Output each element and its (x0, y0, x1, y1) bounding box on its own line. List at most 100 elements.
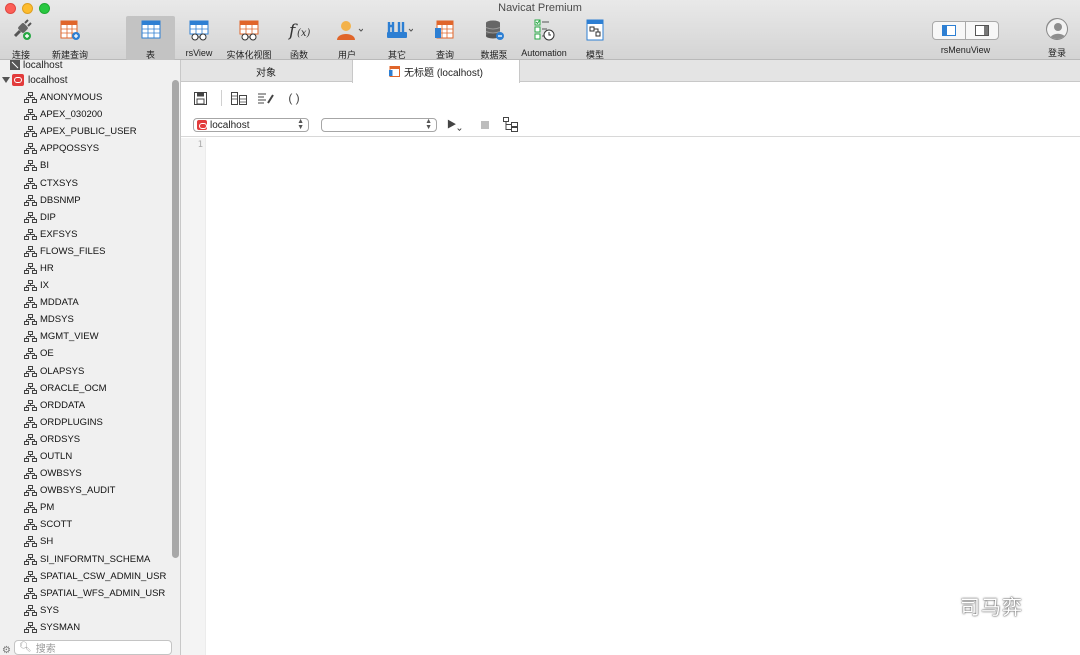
schema-item[interactable]: OUTLN (24, 448, 166, 465)
schema-select[interactable]: ▲ ▼ (321, 118, 437, 132)
schema-item[interactable]: OWBSYS (24, 465, 166, 482)
toolbar-user-button[interactable]: 用户 (322, 16, 372, 60)
schema-item[interactable]: MGMT_VIEW (24, 328, 166, 345)
schema-item[interactable]: MDDATA (24, 294, 166, 311)
schema-item[interactable]: ORACLE_OCM (24, 380, 166, 397)
schema-item[interactable]: SCOTT (24, 516, 166, 533)
avatar-icon (1046, 18, 1068, 40)
tab-bar: 对象 无标题 (localhost) (181, 60, 1080, 83)
schema-item[interactable]: DBSNMP (24, 192, 166, 209)
connection-item-top[interactable]: localhost (10, 60, 62, 72)
schema-item[interactable]: SYSMAN (24, 619, 166, 636)
schema-item[interactable]: HR (24, 260, 166, 277)
stop-query-icon[interactable] (477, 118, 493, 132)
schema-icon (24, 297, 37, 309)
run-query-icon[interactable] (447, 118, 463, 132)
schema-icon (24, 177, 37, 189)
expand-triangle-icon[interactable] (2, 77, 10, 83)
schema-icon (24, 451, 37, 463)
schema-item[interactable]: ANONYMOUS (24, 89, 166, 106)
tab-untitled-query[interactable]: 无标题 (localhost) (352, 60, 520, 83)
beautify-sql-icon[interactable] (258, 91, 274, 105)
schema-item[interactable]: CTXSYS (24, 174, 166, 191)
code-snippet-icon[interactable]: ( ) (286, 91, 302, 105)
toolbar-connect-button[interactable]: 连接 (0, 16, 46, 60)
schema-icon (24, 468, 37, 480)
schema-item[interactable]: SPATIAL_WFS_ADMIN_USR (24, 585, 166, 602)
sidebar-scrollbar[interactable] (172, 80, 179, 558)
schema-icon (24, 92, 37, 104)
select-arrows-icon: ▲ ▼ (425, 118, 432, 131)
schema-item[interactable]: ORDDATA (24, 397, 166, 414)
schema-item[interactable]: APPQOSSYS (24, 140, 166, 157)
schema-item[interactable]: APEX_030200 (24, 106, 166, 123)
data-pump-icon (482, 18, 506, 42)
schema-item[interactable]: MDSYS (24, 311, 166, 328)
login-button[interactable]: 登录 (1040, 18, 1074, 59)
schema-item[interactable]: DIP (24, 209, 166, 226)
view-toggle[interactable] (932, 21, 999, 40)
editor-connection-bar: localhost ▲ ▼ ▲ ▼ (181, 113, 1080, 137)
automation-icon (532, 18, 556, 42)
connection-select[interactable]: localhost ▲ ▼ (193, 118, 309, 132)
schema-icon (24, 160, 37, 172)
toolbar-materialized-view-button[interactable]: 实体化视图 (224, 16, 274, 60)
schema-item[interactable]: ORDPLUGINS (24, 414, 166, 431)
schema-icon (24, 502, 37, 514)
toolbar-model-button[interactable]: 模型 (570, 16, 620, 60)
sidebar-search-input[interactable]: 🔍︎ 搜索 (14, 640, 172, 655)
editor-toolbar: ( ) (181, 83, 1080, 113)
explain-plan-icon[interactable] (503, 116, 519, 132)
schema-icon (24, 570, 37, 582)
sidebar-right-toggle[interactable] (965, 22, 998, 39)
function-icon: f (x) (287, 18, 311, 42)
toolbar-other-button[interactable]: 其它 (372, 16, 422, 60)
schema-list: ANONYMOUS APEX_030200 APEX_PUBLIC_USER APPQ… (24, 89, 166, 636)
schema-icon (24, 280, 37, 292)
schema-icon (24, 143, 37, 155)
schema-item[interactable]: APEX_PUBLIC_USER (24, 123, 166, 140)
save-icon[interactable] (192, 91, 208, 105)
window-toolbar: Navicat Premium 连接 新建查询 表 rsView 实体化视图 f… (0, 0, 1080, 60)
search-icon: 🔍︎ (19, 642, 32, 653)
toolbar-function-button[interactable]: f (x) 函数 (274, 16, 324, 60)
schema-item[interactable]: EXFSYS (24, 226, 166, 243)
toolbar-table-button[interactable]: 表 (126, 16, 175, 60)
schema-item[interactable]: OLAPSYS (24, 363, 166, 380)
schema-item[interactable]: BI (24, 157, 166, 174)
toolbar-data-pump-button[interactable]: 数据泵 (469, 16, 519, 60)
schema-item[interactable]: SPATIAL_CSW_ADMIN_USR (24, 568, 166, 585)
connection-item-localhost[interactable]: localhost (0, 72, 180, 88)
schema-icon (24, 109, 37, 121)
schema-icon (24, 604, 37, 616)
query-tab-icon (389, 66, 401, 77)
schema-icon (24, 553, 37, 565)
toolbar-view-button[interactable]: rsView (174, 16, 224, 60)
line-number-gutter: 1 (181, 138, 206, 655)
schema-icon (24, 536, 37, 548)
sql-editor[interactable]: 1 (181, 138, 1080, 655)
connection-sidebar: localhost localhost ANONYMOUS APEX_030200… (0, 60, 181, 655)
tab-objects[interactable]: 对象 (181, 60, 351, 82)
query-builder-icon[interactable] (231, 91, 247, 105)
svg-text:(x): (x) (297, 28, 311, 39)
schema-item[interactable]: FLOWS_FILES (24, 243, 166, 260)
toolbar-query-button[interactable]: 查询 (420, 16, 470, 60)
toolbar-new-query-button[interactable]: 新建查询 (45, 16, 95, 60)
schema-icon (24, 314, 37, 326)
schema-item[interactable]: ORDSYS (24, 431, 166, 448)
schema-item[interactable]: OE (24, 345, 166, 362)
schema-item[interactable]: SYS (24, 602, 166, 619)
schema-item[interactable]: IX (24, 277, 166, 294)
schema-item[interactable]: PM (24, 499, 166, 516)
new-query-icon (58, 18, 82, 42)
toolbar-automation-button[interactable]: Automation (519, 16, 569, 60)
schema-icon (24, 245, 37, 257)
sidebar-left-toggle[interactable] (933, 22, 965, 39)
settings-icon[interactable]: ⚙ (2, 645, 11, 655)
model-icon (583, 18, 607, 42)
schema-item[interactable]: SI_INFORMTN_SCHEMA (24, 551, 166, 568)
schema-item[interactable]: SH (24, 533, 166, 550)
schema-item[interactable]: OWBSYS_AUDIT (24, 482, 166, 499)
schema-icon (24, 228, 37, 240)
